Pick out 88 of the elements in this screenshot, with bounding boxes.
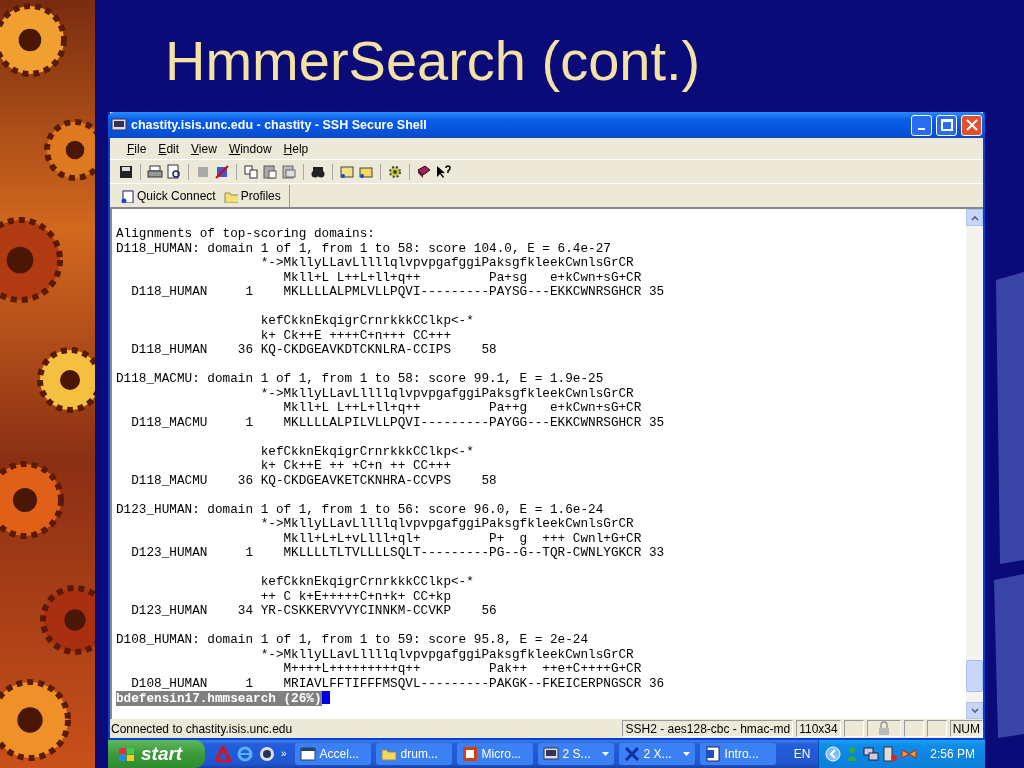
close-button[interactable] [961, 114, 982, 136]
maximize-button[interactable] [936, 114, 957, 136]
menu-item[interactable]: Window [223, 140, 277, 157]
network-icon[interactable] [863, 746, 880, 762]
disconnect-icon[interactable] [214, 163, 230, 180]
bow-icon[interactable] [901, 746, 918, 762]
taskbar-button[interactable]: 2 S... [537, 743, 614, 765]
output-line: D118_MACMU: domain 1 of 1, from 1 to 58: score 99.1, E = 1.9e-25 [116, 372, 604, 387]
gear-icon[interactable] [387, 163, 403, 180]
slide-title: HmmerSearch (cont.) [165, 29, 701, 92]
status-panel [843, 720, 864, 737]
cross-icon [623, 746, 640, 762]
output-line: D118_MACMU 36 KQ-CKDGEAVKETCKNHRA-CCVPS 58 [130, 473, 497, 488]
output-line: Alignments of top-scoring domains: [116, 227, 375, 242]
print-preview-icon[interactable] [166, 163, 182, 180]
windows-flag-icon [118, 745, 135, 763]
new-window-icon[interactable] [339, 163, 355, 180]
taskbar-button[interactable]: Micro... [456, 743, 533, 765]
connect-icon [120, 188, 134, 203]
scrollbar-thumb[interactable] [966, 660, 983, 692]
maximize-icon [940, 119, 953, 131]
taskbar-button[interactable]: Accel... [294, 743, 371, 765]
close-icon [965, 119, 978, 131]
status-message: Connected to chastity.isis.unc.edu [110, 721, 294, 736]
help-pointer-icon[interactable] [435, 163, 451, 180]
output-line: D118_MACMU 1 MKLLLLALPILVLLPQVI---------PAYGG---EKKCWNRSGHCR 35 [130, 415, 665, 430]
output-line: D118_HUMAN 36 KQ-CKDGEAVKDTCKNLRA-CCIPS 58 [130, 343, 497, 358]
output-line: Mkll+L+L+vLlll+ql+ P+ g +++ Cwnl+G+CR [282, 531, 642, 546]
status-panel [926, 720, 947, 737]
cursor [321, 691, 330, 704]
minimize-icon [918, 128, 925, 130]
output-line: M++++L+++++++++q++ Pak++ ++e+C++++G+CR [282, 662, 642, 677]
output-line: D123_HUMAN 1 MKLLLLTLTVLLLLSQLT---------PG--G--TQR-CWNLYGKCR 33 [130, 546, 665, 561]
caret-icon [601, 752, 609, 756]
chevron-up-icon [970, 214, 979, 221]
status-panel [903, 720, 924, 737]
document-icon [704, 746, 721, 762]
output-line: D118_HUMAN: domain 1 of 1, from 1 to 58: score 104.0, E = 6.4e-27 [116, 241, 611, 256]
server-icon[interactable] [882, 746, 899, 762]
output-line: D118_HUMAN 1 MKLLLLALPMLVLLPQVI---------PAYSG---EKKCWNRSGHCR 35 [130, 285, 665, 300]
output-line: ++ C k+E+++++C+n+k+ CC+kp [259, 589, 451, 604]
output-line: *->MkllyLLavLllllqlvpvpgafggiPaksgfkleekCwnlsGrCR [259, 386, 634, 401]
copy-icon[interactable] [243, 163, 259, 180]
folder-icon [380, 746, 397, 762]
toolbar-button[interactable]: Profiles [223, 188, 281, 203]
taskbar-button[interactable]: 2 X... [618, 743, 695, 765]
print-icon[interactable] [147, 163, 163, 180]
menu-item[interactable]: Help [278, 140, 314, 157]
output-line: *->MkllyLLavLllllqlvpvpgafggiPaksgfkleekCwnlsGrCR [259, 517, 634, 532]
book-icon[interactable] [416, 163, 432, 180]
output-line: Mkll+L L++L+ll+q++ Pa++g e+kCwn+sG+CR [282, 401, 642, 416]
taskbar-button[interactable]: Intro... [699, 743, 776, 765]
taskbar-button[interactable]: drum... [375, 743, 452, 765]
language-indicator[interactable]: EN [785, 747, 819, 761]
slides-icon [461, 746, 478, 762]
output-line: D108_HUMAN 1 MRIAVLFFTIFFFMSQVL---------PAKGK--FKEICERPNGSCR 36 [130, 676, 665, 691]
output-line: k+ Ck++E ++ +C+n ++ CC+++ [259, 459, 451, 474]
output-line: *->MkllyLLavLllllqlvpvpgafggiPaksgfkleekCwnlsGrCR [259, 647, 634, 662]
output-line: k+ Ck++E ++++C+n+++ CC+++ [259, 328, 451, 343]
output-line: D123_HUMAN 34 YR-CSKKERVYVYCINNKM-CCVKP 56 [130, 604, 497, 619]
scroll-up-button[interactable] [966, 209, 983, 226]
window-icon [299, 746, 316, 762]
chevron-down-icon [970, 707, 979, 714]
scroll-down-button[interactable] [966, 702, 983, 719]
save-icon[interactable] [118, 163, 134, 180]
paste-icon[interactable] [281, 163, 297, 180]
window-title: chastity.isis.unc.edu - chastity - SSH Secure Shell [131, 118, 428, 132]
status-panel: NUM [949, 720, 983, 737]
status-panel: 110x34 [796, 720, 841, 737]
clock: 2:56 PM [930, 747, 975, 761]
caret-icon [682, 752, 690, 756]
output-line: *->MkllyLLavLllllqlvpvpgafggiPaksgfkleekCwnlsGrCR [259, 256, 634, 271]
start-button[interactable]: start [108, 740, 205, 768]
status-panel: SSH2 - aes128-cbc - hmac-md [622, 720, 794, 737]
menu-item[interactable]: Edit [153, 140, 185, 157]
output-line: Mkll+L L++L+ll+q++ Pa+sg e+kCwn+sG+CR [282, 270, 642, 285]
output-line: D108_HUMAN: domain 1 of 1, from 1 to 59: score 95.8, E = 2e-24 [116, 633, 589, 648]
output-line: kefCkknEkqigrCrnrkkkCClkp<-* [259, 444, 474, 459]
more-button[interactable]: » [281, 748, 287, 759]
paste-icon[interactable] [262, 163, 278, 180]
chevron-left-icon[interactable] [825, 746, 842, 762]
menu-item[interactable]: File [122, 140, 152, 157]
output-line: D123_HUMAN: domain 1 of 1, from 1 to 56: score 96.0, E = 1.6e-24 [116, 502, 604, 517]
minimize-button[interactable] [911, 114, 932, 136]
menu-item[interactable]: View [186, 140, 222, 157]
output-line: kefCkknEkqigrCrnrkkkCClkp<-* [259, 575, 474, 590]
toolbar-button[interactable]: Quick Connect [120, 188, 216, 203]
output-line: kefCkknEkqigrCrnrkkkCClkp<-* [259, 314, 474, 329]
